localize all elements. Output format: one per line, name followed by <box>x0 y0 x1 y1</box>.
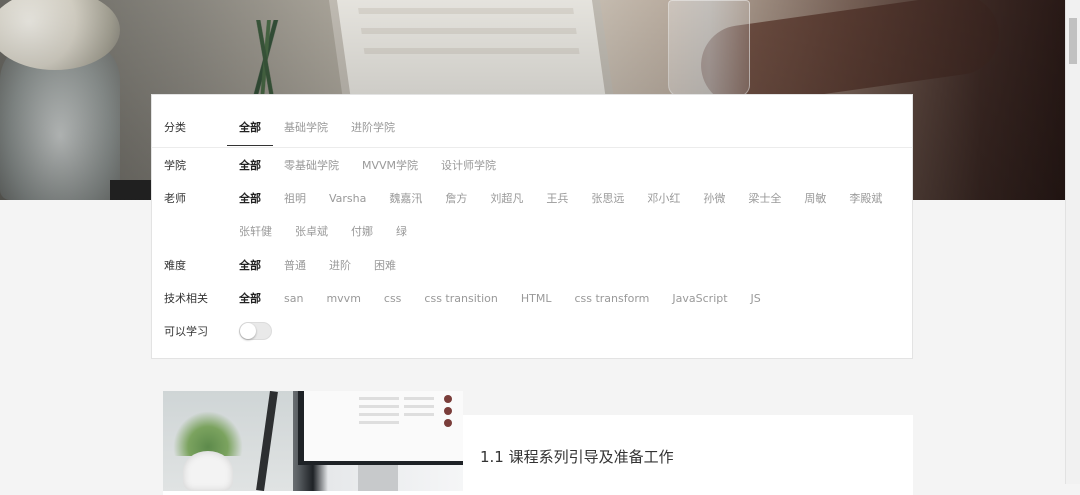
teacher-option[interactable]: 张思远 <box>591 190 624 206</box>
teacher-option[interactable]: 绿 <box>396 223 407 239</box>
teacher-option[interactable]: 李殿斌 <box>849 190 882 206</box>
tech-option[interactable]: css transition <box>424 292 497 305</box>
academy-option[interactable]: 全部 <box>239 157 261 173</box>
tech-option[interactable]: css <box>384 292 402 305</box>
difficulty-option[interactable]: 进阶 <box>329 257 351 273</box>
teacher-option[interactable]: 魏嘉汛 <box>389 190 422 206</box>
teacher-option[interactable]: 邓小红 <box>647 190 680 206</box>
category-option[interactable]: 进阶学院 <box>351 119 395 135</box>
difficulty-option[interactable]: 困难 <box>374 257 396 273</box>
teacher-option[interactable]: 全部 <box>239 190 261 206</box>
teacher-option[interactable]: 祖明 <box>284 190 306 206</box>
tech-option[interactable]: JavaScript <box>672 292 727 305</box>
teacher-option[interactable]: 詹方 <box>445 190 467 206</box>
teacher-option[interactable]: 刘超凡 <box>490 190 523 206</box>
thumb-vase <box>183 451 233 491</box>
tech-option[interactable]: JS <box>751 292 761 305</box>
category-option[interactable]: 基础学院 <box>284 119 328 135</box>
teacher-option[interactable]: 张卓斌 <box>295 223 328 239</box>
teacher-option[interactable]: Varsha <box>329 192 366 205</box>
course-title[interactable]: 1.1 课程系列引导及准备工作 <box>480 446 674 467</box>
filter-row-teacher-wrap: 张轩健 张卓斌 付娜 绿 <box>239 221 430 241</box>
filter-row-difficulty: 难度 全部 普通 进阶 困难 <box>164 255 419 275</box>
teacher-option[interactable]: 周敏 <box>804 190 826 206</box>
teacher-option[interactable]: 付娜 <box>351 223 373 239</box>
teacher-option[interactable]: 王兵 <box>546 190 568 206</box>
academy-option[interactable]: 设计师学院 <box>441 157 496 173</box>
toggle-knob <box>240 323 256 339</box>
filter-row-learnable: 可以学习 <box>164 321 272 341</box>
page-scrollbar[interactable] <box>1065 0 1080 484</box>
thumb-plant <box>173 411 243 456</box>
thumb-monitor <box>298 391 463 465</box>
academy-option[interactable]: MVVM学院 <box>362 157 418 173</box>
filter-label-tech: 技术相关 <box>164 292 208 305</box>
filter-row-tech: 技术相关 全部 san mvvm css css transition HTML… <box>164 288 784 308</box>
tech-option[interactable]: HTML <box>521 292 552 305</box>
category-option[interactable]: 全部 <box>227 119 273 146</box>
filter-panel: 分类 全部 基础学院 进阶学院 学院 全部 零基础学院 MVVM学院 设计师学院… <box>151 94 913 359</box>
filter-label-academy: 学院 <box>164 159 186 172</box>
academy-option[interactable]: 零基础学院 <box>284 157 339 173</box>
filter-label-teacher: 老师 <box>164 192 186 205</box>
difficulty-option[interactable]: 普通 <box>284 257 306 273</box>
filter-label-difficulty: 难度 <box>164 259 186 272</box>
scrollbar-thumb[interactable] <box>1069 18 1077 64</box>
teacher-option[interactable]: 梁士全 <box>748 190 781 206</box>
filter-row-category: 分类 全部 基础学院 进阶学院 <box>164 117 418 146</box>
difficulty-option[interactable]: 全部 <box>239 257 261 273</box>
teacher-option[interactable]: 孙微 <box>703 190 725 206</box>
learnable-toggle-switch[interactable] <box>239 322 272 340</box>
tech-option[interactable]: mvvm <box>326 292 360 305</box>
category-divider <box>152 147 912 148</box>
tech-option[interactable]: css transform <box>574 292 649 305</box>
tech-option[interactable]: 全部 <box>239 290 261 306</box>
filter-row-academy: 学院 全部 零基础学院 MVVM学院 设计师学院 <box>164 155 519 175</box>
filter-row-teacher: 老师 全部 祖明 Varsha 魏嘉汛 詹方 刘超凡 王兵 张思远 邓小红 孙微… <box>164 188 905 208</box>
filter-label-learnable: 可以学习 <box>164 325 208 338</box>
filter-label-category: 分类 <box>164 121 186 134</box>
teacher-option[interactable]: 张轩健 <box>239 223 272 239</box>
course-thumbnail[interactable] <box>163 391 463 491</box>
tech-option[interactable]: san <box>284 292 303 305</box>
